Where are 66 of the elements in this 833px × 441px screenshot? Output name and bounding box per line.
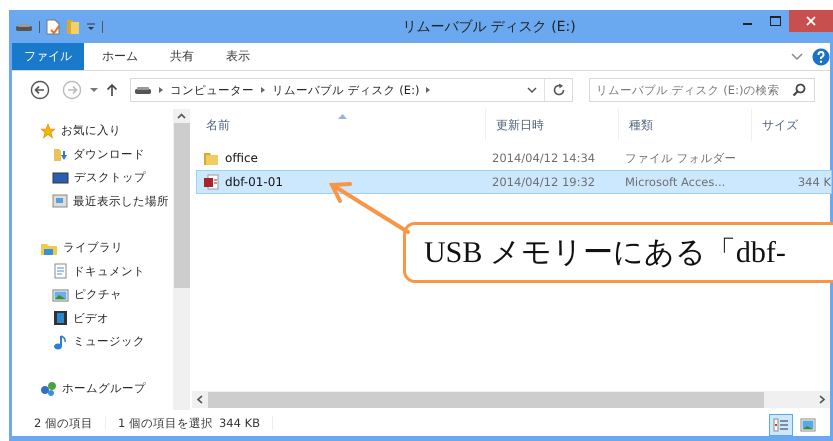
vertical-scrollbar[interactable] (173, 109, 190, 410)
nav-item[interactable]: お気に入り (12, 119, 173, 142)
download-folder-icon (52, 146, 68, 162)
breadcrumb[interactable]: コンピューター (170, 82, 254, 98)
breadcrumb[interactable]: リムーバブル ディスク (E:) (272, 82, 420, 98)
scroll-left-icon[interactable] (197, 395, 203, 404)
film-icon (52, 310, 68, 326)
ribbon-tab[interactable]: ファイル (12, 43, 84, 70)
search-icon[interactable] (792, 83, 806, 97)
file-type: Microsoft Acces... (625, 175, 726, 189)
scroll-right-icon[interactable] (819, 395, 825, 404)
close-button[interactable] (789, 10, 833, 32)
recent-locations-icon[interactable] (90, 87, 98, 93)
breadcrumb-arrow-icon[interactable] (158, 86, 164, 94)
nav-item[interactable]: 最近表示した場所 (12, 190, 173, 213)
details-view-button[interactable] (769, 414, 793, 436)
nav-item[interactable]: ダウンロード (12, 142, 173, 166)
nav-item[interactable]: ピクチャ (12, 283, 173, 306)
item-count: 2 個の項目 (34, 416, 93, 430)
customize-arrow-icon[interactable] (86, 22, 96, 32)
nav-item[interactable]: ビデオ (12, 306, 173, 330)
nav-item[interactable]: ホームグループ (12, 376, 173, 400)
file-type: ファイル フォルダー (625, 150, 737, 166)
file-name[interactable]: dbf-01-01 (225, 175, 284, 189)
nav-item[interactable]: ライブラリ (12, 236, 173, 260)
breadcrumb-arrow-icon[interactable] (425, 86, 432, 94)
recent-places-icon (52, 193, 68, 210)
close-icon (806, 16, 816, 26)
large-icons-view-icon (800, 417, 816, 433)
date-modified: 2014/04/12 14:34 (492, 151, 596, 165)
search-field[interactable]: リムーバブル ディスク (E:)の検索 (589, 78, 815, 102)
nav-item[interactable]: ミュージック (12, 330, 173, 354)
nav-item[interactable]: デスクトップ (12, 166, 173, 190)
database-file-icon (203, 174, 219, 190)
column-header[interactable]: 更新日時 (486, 109, 619, 141)
column-header[interactable]: 種類 (619, 109, 752, 141)
horizontal-scrollbar[interactable] (192, 391, 830, 408)
picture-icon (52, 286, 69, 303)
chevron-down-icon[interactable] (791, 52, 803, 60)
callout-text: USB メモリーにある「dbf- (424, 235, 786, 271)
homegroup-icon (40, 380, 57, 397)
selection-size: 344 KB (218, 416, 260, 430)
document-icon (52, 263, 68, 280)
file-row[interactable]: dbf-01-01 2014/04/12 19:32 Microsoft Acces... 344 K (196, 170, 832, 194)
date-modified: 2014/04/12 19:32 (492, 175, 596, 189)
file-row[interactable]: office 2014/04/12 14:34 ファイル フォルダー (196, 146, 832, 170)
address-bar[interactable]: コンピューター リムーバブル ディスク (E:) (130, 78, 573, 102)
star-icon (40, 122, 56, 139)
breadcrumb-arrow-icon[interactable] (260, 86, 266, 94)
up-arrow-icon[interactable] (106, 83, 118, 97)
dropdown-icon[interactable] (527, 86, 537, 94)
refresh-icon[interactable] (552, 83, 566, 97)
column-header[interactable]: サイズ (752, 109, 830, 141)
music-note-icon (52, 334, 68, 350)
file-name[interactable]: office (225, 151, 258, 165)
scroll-up-icon[interactable] (177, 113, 186, 119)
properties-icon[interactable] (46, 18, 60, 34)
nav-item[interactable]: ドキュメント (12, 260, 173, 283)
window-title: リムーバブル ディスク (E:) (401, 18, 577, 36)
details-view-icon (773, 417, 789, 433)
file-size: 344 K (798, 175, 831, 189)
monitor-icon (52, 170, 69, 186)
folder-icon (203, 150, 219, 166)
back-icon[interactable] (30, 80, 50, 100)
help-icon[interactable] (812, 48, 830, 66)
selection-info: 1 個の項目を選択 (118, 416, 213, 430)
